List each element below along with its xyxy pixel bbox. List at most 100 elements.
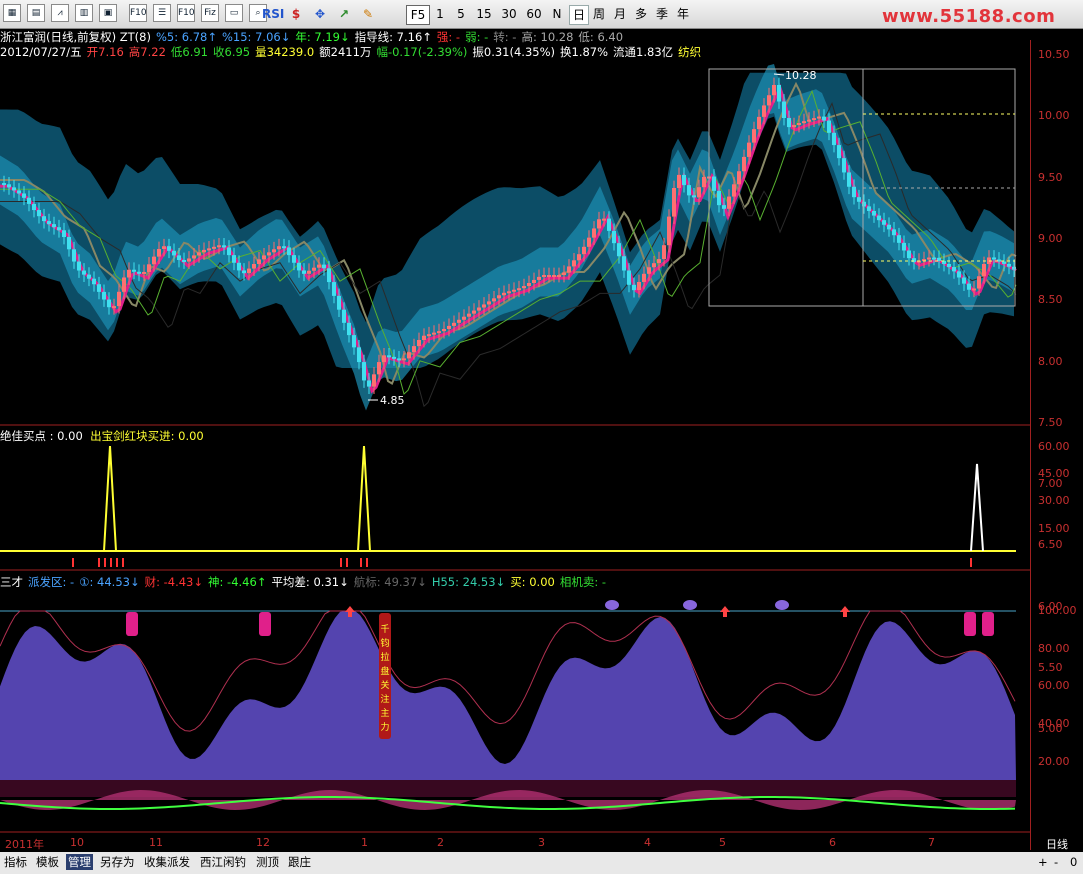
- candle-body: [632, 284, 636, 291]
- candle-body: [467, 313, 471, 317]
- bottom-tab-2[interactable]: 管理: [66, 854, 93, 870]
- candle-body: [382, 355, 386, 363]
- candle-body: [802, 121, 806, 124]
- candle-body: [202, 249, 206, 253]
- bottom-tab-0[interactable]: 指标: [2, 854, 29, 870]
- candle-body: [722, 205, 726, 209]
- candle-body: [787, 118, 791, 128]
- candle-body: [737, 171, 741, 185]
- signal-tick: [98, 558, 100, 567]
- low-panel-legend: 三才 派发区: - ①: 44.53↓ 财: -4.43↓ 神: -4.46↑ 平均差: …: [0, 574, 611, 590]
- zoom-control-0[interactable]: +: [1036, 854, 1050, 870]
- candle-body: [607, 218, 611, 231]
- candle-body: [397, 358, 401, 361]
- candle-body: [872, 210, 876, 216]
- candle-body: [867, 206, 871, 211]
- candle-body: [847, 172, 851, 187]
- lowLegend-item: 平均差: 0.31↓: [271, 575, 349, 589]
- candle-body: [347, 322, 351, 336]
- candle-body: [57, 227, 61, 231]
- bottom-tab-5[interactable]: 西江闲钓: [198, 854, 248, 870]
- candle-body: [902, 242, 906, 251]
- candle-body: [137, 271, 141, 274]
- banner-char: 钧: [380, 637, 389, 649]
- axis-tick: 45.00: [1038, 467, 1070, 481]
- axis-tick: 9.50: [1038, 170, 1063, 184]
- candle-body: [12, 187, 16, 191]
- candle-body: [882, 220, 886, 225]
- candle-body: [777, 85, 781, 102]
- candle-body: [507, 291, 511, 294]
- candle-body: [52, 224, 56, 228]
- candle-body: [42, 216, 46, 222]
- candle-body: [557, 275, 561, 278]
- bottom-tab-7[interactable]: 跟庄: [286, 854, 313, 870]
- chart-canvas[interactable]: 10.28 4.85 千钧拉盘关注主力: [0, 0, 1083, 852]
- banner-char: 拉: [380, 651, 389, 663]
- axis-tick: 9.00: [1038, 231, 1063, 245]
- time-tick: 4: [644, 836, 651, 849]
- candle-body: [417, 340, 421, 347]
- candle-body: [597, 219, 601, 229]
- zoom-control-1[interactable]: -: [1052, 854, 1060, 870]
- candle-body: [667, 216, 671, 246]
- candle-body: [367, 380, 371, 387]
- candle-body: [437, 331, 441, 334]
- candle-body: [897, 235, 901, 243]
- buy-spike: [970, 463, 984, 552]
- candle-body: [807, 119, 811, 122]
- candle-body: [167, 246, 171, 251]
- candle-body: [87, 274, 91, 279]
- signal-tick: [340, 558, 342, 567]
- candle-body: [72, 249, 76, 262]
- candle-body: [462, 316, 466, 320]
- candle-body: [562, 272, 566, 276]
- lowLegend-item: H55: 24.53↓: [431, 575, 506, 589]
- candle-body: [257, 259, 261, 264]
- candle-body: [727, 196, 731, 209]
- candle-body: [312, 267, 316, 271]
- candle-body: [222, 245, 226, 248]
- candle-body: [932, 257, 936, 260]
- candle-body: [402, 358, 406, 361]
- bottom-tab-4[interactable]: 收集派发: [142, 854, 192, 870]
- candle-body: [442, 328, 446, 332]
- bottom-tabbar: 指标 模板 管理 另存为 收集派发 西江闲钓 测顶 跟庄 + -0: [0, 852, 1083, 874]
- candle-body: [687, 185, 691, 196]
- candle-body: [147, 264, 151, 272]
- candle-body: [502, 292, 506, 296]
- candle-body: [192, 255, 196, 259]
- candle-body: [852, 186, 856, 198]
- zoom-control-2[interactable]: 0: [1068, 854, 1079, 870]
- axis-tick: 60.00: [1038, 440, 1070, 453]
- candle-body: [332, 282, 336, 296]
- candle-body: [642, 273, 646, 282]
- bottom-tab-3[interactable]: 另存为: [98, 854, 137, 870]
- period-label: 日线: [1046, 838, 1068, 851]
- signal-badge: [126, 612, 138, 636]
- candle-body: [592, 228, 596, 238]
- candle-body: [537, 276, 541, 280]
- candle-body: [172, 250, 176, 256]
- candle-body: [682, 174, 686, 186]
- axis-tick: 100.00: [1038, 604, 1077, 617]
- axis-tick: 10.00: [1038, 109, 1070, 123]
- candle-body: [7, 184, 11, 188]
- signal-tick: [366, 558, 368, 567]
- candle-body: [447, 325, 451, 329]
- candle-body: [892, 229, 896, 236]
- candle-body: [142, 271, 146, 274]
- candle-body: [762, 105, 766, 117]
- candle-body: [477, 307, 481, 311]
- candle-body: [812, 118, 816, 121]
- candle-body: [102, 291, 106, 300]
- bottom-tab-1[interactable]: 模板: [34, 854, 61, 870]
- candle-body: [992, 257, 996, 260]
- time-tick: 5: [719, 836, 726, 849]
- bottom-tab-6[interactable]: 测顶: [254, 854, 281, 870]
- cup-icon: [605, 600, 619, 610]
- axis-tick: 80.00: [1038, 641, 1070, 655]
- candle-body: [552, 275, 556, 278]
- candle-body: [452, 322, 456, 326]
- candle-body: [907, 250, 911, 259]
